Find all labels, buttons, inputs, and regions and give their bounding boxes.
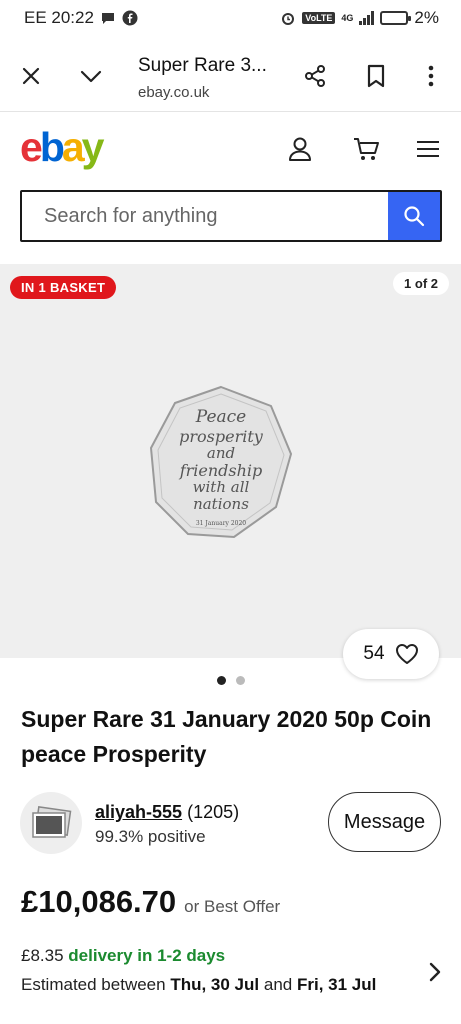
status-left: EE 20:22 [24,8,138,28]
alarm-icon [280,10,296,26]
photo-placeholder-icon [32,806,72,838]
search-bar [20,190,442,242]
seller-feedback-count: (1205) [187,802,240,822]
status-right: VoLTE 4G 2% [280,8,439,28]
seller-username[interactable]: aliyah-555 [95,802,182,822]
share-icon [305,65,325,87]
carousel-dots [0,676,461,685]
bookmark-button[interactable] [358,58,394,94]
logo-letter-a: a [61,124,85,170]
tab-url[interactable]: ebay.co.uk [138,84,209,101]
more-vertical-icon [428,65,434,87]
user-icon [289,137,311,161]
site-header: ebay [0,114,461,186]
price: £10,086.70 [21,884,177,919]
logo-letter-b: b [39,124,65,170]
tab-title: Super Rare 3... [138,55,267,76]
seller-avatar[interactable] [20,792,82,854]
more-options-button[interactable] [413,58,449,94]
coin-date: 31 January 2020 [196,520,246,527]
chat-bubble-icon [100,10,116,26]
account-button[interactable] [283,132,317,166]
coin-text-3: and [207,444,235,462]
status-bar: EE 20:22 VoLTE 4G 2% [0,0,461,36]
delivery-details-button[interactable] [429,962,441,987]
ebay-logo[interactable]: ebay [20,124,105,171]
signal-icon [359,11,375,25]
menu-button[interactable] [411,132,445,166]
price-row: £10,086.70 or Best Offer [21,884,280,920]
browser-toolbar: Super Rare 3... ebay.co.uk [0,40,461,112]
logo-letter-e: e [20,124,43,170]
heart-icon [395,644,418,664]
delivery-estimate[interactable]: Estimated between Thu, 30 Jul and Fri, 3… [21,975,376,995]
coin-text-6: nations [193,495,249,513]
seller-info: aliyah-555 (1205) 99.3% positive Message [20,790,441,856]
close-tab-button[interactable] [13,58,49,94]
volte-badge: VoLTE [302,12,336,24]
search-button[interactable] [388,192,440,240]
delivery-cost: £8.35 [21,946,64,965]
close-icon [22,67,40,85]
delivery-speed: delivery in 1-2 days [68,946,226,965]
watch-count: 54 [363,643,385,664]
delivery-info: £8.35 delivery in 1-2 days [21,946,225,966]
message-button[interactable]: Message [328,792,441,852]
logo-letter-y: y [81,124,105,170]
carousel-dot-1[interactable] [216,676,226,685]
coin-text-5: with all [193,478,250,496]
item-title: Super Rare 31 January 2020 50p Coin peac… [21,706,432,767]
bookmark-icon [367,64,385,88]
basket-badge: IN 1 BASKET [10,276,117,299]
image-gallery[interactable]: IN 1 BASKET 1 of 2 Peace prosperity and … [0,264,461,679]
coin-text-1: Peace [195,407,246,427]
facebook-icon [122,10,138,26]
watch-button[interactable]: 54 [343,629,439,679]
cart-button[interactable] [349,132,383,166]
network-type: 4G [341,13,354,23]
search-icon [404,206,425,227]
hamburger-menu-icon [417,141,439,157]
seller-name-line: aliyah-555 (1205) [95,802,239,823]
cart-icon [354,138,379,160]
share-button[interactable] [297,58,333,94]
carrier-time: EE 20:22 [24,8,94,27]
chevron-right-icon [429,962,441,982]
estimate-date-to: Fri, 31 Jul [296,975,377,994]
battery-icon [380,11,412,25]
minimize-button[interactable] [73,58,109,94]
battery-level: 2% [414,8,439,27]
carousel-dot-2[interactable] [235,676,245,685]
seller-positive: 99.3% positive [95,827,206,846]
search-input[interactable] [22,192,388,240]
best-offer-note: or Best Offer [184,897,281,916]
estimate-and: and [263,975,293,994]
estimate-prefix: Estimated between [21,975,166,994]
estimate-date-from: Thu, 30 Jul [170,975,260,994]
coin-image[interactable]: Peace prosperity and friendship with all… [148,384,294,540]
chevron-down-icon [80,70,102,83]
image-counter: 1 of 2 [393,272,449,295]
